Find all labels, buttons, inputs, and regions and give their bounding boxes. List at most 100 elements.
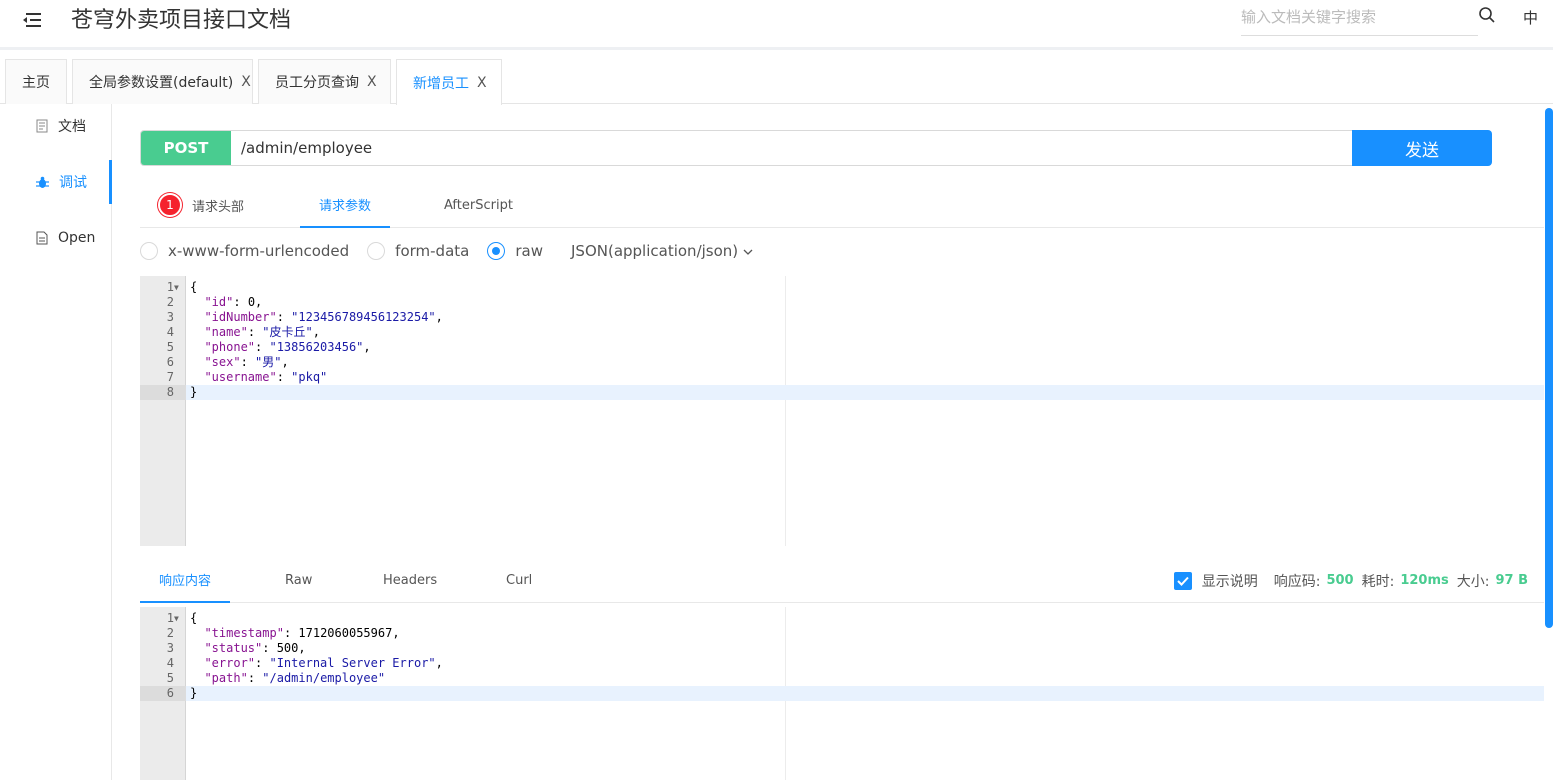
request-body-line: 3 "idNumber": "123456789456123254", [140,310,1544,325]
tab-label: Raw [285,573,313,588]
response-body-line: 6} [140,686,1544,701]
code-text: "name": "皮卡丘", [204,325,320,339]
response-meta: 显示说明 响应码: 500 耗时: 120ms 大小: 97 B [1173,558,1528,603]
code-text: "timestamp": 1712060055967, [204,626,400,640]
code-text: "idNumber": "123456789456123254", [204,310,443,324]
radio-circle[interactable] [367,242,386,260]
content-type-select[interactable]: JSON(application/json) [571,242,753,260]
code-text: } [190,686,198,700]
close-icon[interactable]: X [477,75,487,91]
code-text: { [190,611,198,625]
response-body-line: 3 "status": 500, [140,641,1544,656]
response-body-viewer[interactable]: 1 ▼ {2 "timestamp": 1712060055967, 3 "statu… [140,607,1544,780]
request-body-line: 1 ▼ { [140,280,1544,295]
radio-label: x-www-form-urlencoded [168,242,350,260]
body-type-group: x-www-form-urlencoded form-data raw JSON… [140,238,753,264]
radio-formdata[interactable]: form-data [367,242,469,260]
request-body-line: 5 "phone": "13856203456", [140,340,1544,355]
size-value: 97 B [1495,573,1528,588]
app-title: 苍穹外卖项目接口文档 [71,8,292,33]
search-input[interactable] [1241,4,1478,30]
request-tabs: 1 请求头部 请求参数 AfterScript [140,182,1544,228]
language-switch[interactable]: 中 [1523,7,1538,28]
size-label: 大小: [1456,573,1490,590]
tab-afterscript[interactable]: AfterScript [426,182,531,228]
menu-fold-icon[interactable] [20,8,44,32]
http-method-badge: POST [141,131,231,165]
headers-count-badge: 1 [158,193,182,217]
response-tabs: 响应内容 Raw Headers Curl 显示说明 响应码: 500 耗时: … [140,558,1544,603]
tab-label: 请求头部 [192,199,245,215]
request-body-editor[interactable]: 1 ▼{2 "id": 0, 3 "idNumber": "123456789456… [140,276,1544,546]
sidebar-item-debug[interactable]: 调试 [0,160,112,204]
duration-label: 耗时: [1361,573,1395,590]
code-text: "id": 0, [204,295,263,309]
show-description-label: 显示说明 [1201,573,1258,590]
code-text: "error": "Internal Server Error", [204,656,443,670]
line-number: 8 [140,385,186,400]
close-icon[interactable]: X [241,74,251,90]
line-number: 6 [166,355,174,369]
tab-global-params[interactable]: 全局参数设置(default) X [72,59,253,104]
line-number: 7 [166,370,174,384]
tab-label: 员工分页查询 [275,75,359,91]
sidebar-item-open[interactable]: Open [0,216,112,260]
tab-response-raw[interactable]: Raw [267,558,330,603]
code-text: "path": "/admin/employee" [204,671,386,685]
line-number: 4 [166,325,174,339]
tab-response-content[interactable]: 响应内容 [140,558,230,603]
tab-add-employee[interactable]: 新增员工 X [396,59,502,105]
sidebar-item-label: 调试 [59,175,87,191]
code-text: } [190,385,198,399]
close-icon[interactable]: X [367,74,377,90]
fold-toggle-icon[interactable]: ▼ [174,280,184,295]
line-number: 1 [166,611,174,625]
tab-label: AfterScript [444,197,513,213]
response-body-line: 1 ▼ { [140,611,1544,626]
request-body-line: 7 "username": "pkq" [140,370,1544,385]
tab-label: Headers [383,573,438,588]
search-icon[interactable] [1478,6,1496,24]
content-type-label: JSON(application/json) [571,242,739,260]
code-text: "sex": "男", [204,355,289,369]
code-text: { [190,280,198,294]
radio-label: raw [515,242,543,260]
page-tabbar: 主页 全局参数设置(default) X 员工分页查询 X 新增员工 X [0,53,1553,105]
tab-request-params[interactable]: 请求参数 [300,182,390,228]
radio-urlencoded[interactable]: x-www-form-urlencoded [140,242,349,260]
response-body-line: 5 "path": "/admin/employee" [140,671,1544,686]
tab-home[interactable]: 主页 [5,59,67,104]
request-body-line: 4 "name": "皮卡丘", [140,325,1544,340]
page-scrollbar[interactable] [1545,108,1553,628]
tab-request-headers[interactable]: 1 请求头部 [140,182,262,228]
line-number: 5 [166,340,174,354]
radio-circle[interactable] [140,242,158,260]
tab-label: 全局参数设置(default) [89,75,234,91]
chevron-down-icon [743,249,753,255]
line-number: 3 [166,641,174,655]
tab-response-headers[interactable]: Headers [365,558,455,603]
line-number: 2 [166,295,174,309]
line-number: 6 [140,686,186,701]
request-body-line: 8} [140,385,1544,400]
radio-circle[interactable] [487,242,506,260]
radio-label: form-data [395,242,470,260]
response-body-line: 2 "timestamp": 1712060055967, [140,626,1544,641]
line-number: 5 [166,671,174,685]
tab-response-curl[interactable]: Curl [488,558,550,603]
show-description-checkbox[interactable] [1173,571,1192,590]
request-body-line: 2 "id": 0, [140,295,1544,310]
send-button[interactable]: 发送 [1352,130,1492,166]
radio-raw[interactable]: raw [487,242,543,260]
tab-employee-page-query[interactable]: 员工分页查询 X [258,59,391,104]
fold-toggle-icon[interactable]: ▼ [174,611,184,626]
tab-label: Curl [506,573,533,588]
sidebar-item-docs[interactable]: 文档 [0,104,112,148]
tab-label: 请求参数 [318,198,371,214]
app-header: 苍穹外卖项目接口文档 中 [0,0,1553,50]
duration-value: 120ms [1400,573,1449,588]
status-code-label: 响应码: [1273,573,1321,590]
document-icon [36,119,48,133]
code-text: "username": "pkq" [204,370,328,384]
url-input[interactable] [241,131,1341,165]
